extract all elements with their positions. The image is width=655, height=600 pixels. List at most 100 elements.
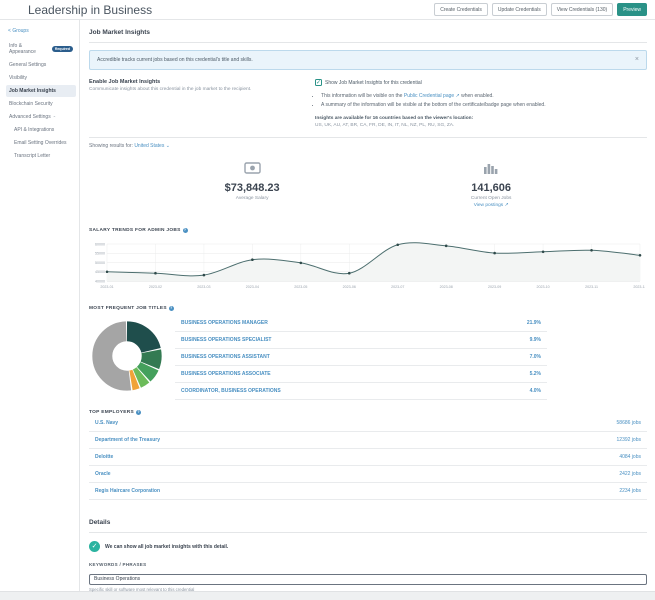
check-circle-icon: ✓: [89, 541, 100, 552]
job-title-percent: 21.9%: [526, 320, 541, 326]
svg-text:2023-01: 2023-01: [100, 285, 113, 289]
preview-button[interactable]: Preview: [617, 3, 647, 16]
sidebar-item-job-market-insights[interactable]: Job Market Insights: [6, 85, 76, 97]
sidebar-item-label: Advanced Settings: [9, 114, 51, 120]
bullet1-pre: This information will be visible on the: [321, 93, 404, 99]
salary-trends-label: Salary trends for Admin Jobs ?: [89, 228, 647, 233]
sidebar-item-advanced-settings[interactable]: Advanced Settings ⌃: [6, 111, 76, 123]
back-link-label: Groups: [12, 28, 29, 34]
svg-text:2023-08: 2023-08: [440, 285, 453, 289]
job-title-percent: 5.2%: [529, 371, 541, 377]
topbar: Leadership in Business Create Credential…: [0, 0, 655, 20]
average-salary-value: $73,848.23: [224, 182, 280, 194]
stats-row: $73,848.23 Average Salary 141,606 Curren…: [89, 149, 647, 218]
sidebar-item-blockchain-security[interactable]: Blockchain Security: [6, 98, 76, 110]
bullet-summary: A summary of the information will be vis…: [321, 102, 647, 108]
view-credentials-button[interactable]: View Credentials (130): [550, 3, 614, 16]
topbar-actions: Create Credentials Update Credentials Vi…: [434, 3, 647, 16]
section-divider: [89, 137, 647, 138]
average-salary-stat: $73,848.23 Average Salary: [225, 161, 280, 208]
average-salary-label: Average Salary: [235, 196, 269, 201]
salary-trends-label-text: Salary trends for Admin Jobs: [89, 228, 181, 233]
update-credentials-button[interactable]: Update Credentials: [491, 3, 547, 16]
sidebar-item-label: Visibility: [9, 75, 27, 81]
svg-text:60000: 60000: [95, 242, 105, 246]
job-title-link[interactable]: Business Operations Manager: [181, 320, 268, 326]
employer-jobs-count[interactable]: 2422 jobs: [619, 471, 641, 477]
employer-link[interactable]: Deloitte: [95, 454, 113, 460]
salary-trend-chart: 40000 45000 50000 55000 60000 2023-01 2023-02 2…: [89, 237, 647, 296]
show-insights-checkbox[interactable]: ✓: [315, 79, 323, 86]
enable-insights-title: Enable Job Market Insights: [89, 79, 161, 85]
help-icon[interactable]: ?: [168, 306, 174, 311]
svg-text:2023-09: 2023-09: [488, 285, 501, 289]
back-arrow-icon: <: [8, 28, 11, 34]
table-row: Business Operations Specialist 9.9%: [175, 332, 547, 349]
table-row: Business Operations Assistant 7.0%: [175, 349, 547, 366]
employer-link[interactable]: U.S. Navy: [95, 420, 118, 426]
svg-text:45000: 45000: [95, 270, 105, 274]
svg-text:2023-07: 2023-07: [391, 285, 404, 289]
table-row: Business Operations Manager 21.9%: [175, 315, 547, 332]
public-credential-page-link[interactable]: Public Credential page ↗: [404, 93, 460, 99]
details-heading: Details: [89, 510, 647, 533]
sidebar-item-info-appearance[interactable]: Info & Appearance Required: [6, 40, 76, 58]
show-insights-check-row: ✓ Show Job Market Insights for this cred…: [315, 79, 647, 86]
sidebar-back-groups[interactable]: < Groups: [8, 28, 76, 34]
alert-text: Accredible tracks current jobs based on …: [97, 57, 253, 63]
svg-text:2023-10: 2023-10: [536, 285, 549, 289]
top-employers-table: U.S. Navy 58686 jobs Department of the Tr…: [89, 415, 647, 500]
job-title-link[interactable]: Coordinator, Business Operations: [181, 388, 281, 394]
open-jobs-label: Current Open Jobs: [470, 196, 512, 201]
job-title-link[interactable]: Business Operations Specialist: [181, 337, 271, 343]
create-credentials-button[interactable]: Create Credentials: [434, 3, 488, 16]
job-title-link[interactable]: Business Operations Assistant: [181, 354, 270, 360]
keywords-label: Keywords / Phrases: [89, 562, 147, 567]
sidebar-item-api-integrations[interactable]: API & Integrations: [6, 124, 76, 136]
svg-text:2023-11: 2023-11: [585, 285, 598, 289]
job-title-percent: 9.9%: [529, 337, 541, 343]
employer-link[interactable]: Oracle: [95, 471, 111, 477]
close-icon[interactable]: ×: [635, 56, 639, 63]
help-icon[interactable]: ?: [182, 228, 188, 233]
salary-trend-chart-svg: 40000 45000 50000 55000 60000 2023-01 2023-02 2…: [95, 242, 647, 289]
keywords-input[interactable]: [89, 573, 647, 585]
sidebar-item-email-setting-overrides[interactable]: Email Setting Overrides: [6, 137, 76, 149]
sidebar-item-label: General Settings: [9, 62, 47, 68]
employer-jobs-count[interactable]: 2234 jobs: [619, 488, 641, 494]
page-title: Leadership in Business: [28, 2, 153, 17]
sidebar-item-visibility[interactable]: Visibility: [6, 72, 76, 84]
enable-insights-left: Enable Job Market Insights Communicate i…: [89, 79, 301, 128]
svg-text:55000: 55000: [95, 252, 105, 256]
sidebar-item-general-settings[interactable]: General Settings: [6, 59, 76, 71]
enable-insights-row: Enable Job Market Insights Communicate i…: [89, 79, 647, 128]
sidebar-item-label: Info & Appearance: [9, 43, 36, 55]
svg-text:2023-12: 2023-12: [633, 285, 645, 289]
footer-strip: [0, 591, 655, 600]
svg-text:2023-04: 2023-04: [246, 285, 259, 289]
sidebar-item-label: Transcript Letter: [14, 153, 51, 159]
employer-link[interactable]: Department of the Treasury: [95, 437, 160, 443]
job-title-link[interactable]: Business Operations Associate: [181, 371, 271, 377]
job-titles-label: Most frequent Job Titles ?: [89, 306, 647, 311]
bullet-visibility: This information will be visible on the …: [321, 93, 647, 99]
employer-jobs-count[interactable]: 58686 jobs: [617, 420, 641, 426]
employer-jobs-count[interactable]: 4084 jobs: [619, 454, 641, 460]
table-row: Deloitte 4084 jobs: [89, 449, 647, 466]
view-postings-link[interactable]: View postings ↗: [471, 203, 512, 208]
svg-text:2023-03: 2023-03: [197, 285, 210, 289]
table-row: Oracle 2422 jobs: [89, 466, 647, 483]
countries-note: Insights are available for 16 countries …: [315, 116, 474, 121]
job-title-percent: 4.0%: [529, 388, 541, 394]
collapse-caret-icon: ⌃: [52, 114, 57, 120]
job-titles-donut: [89, 315, 175, 400]
sidebar-item-transcript-letter[interactable]: Transcript Letter: [6, 150, 76, 162]
employer-jobs-count[interactable]: 12392 jobs: [617, 437, 641, 443]
job-title-percent: 7.0%: [529, 354, 541, 360]
money-icon: [243, 162, 261, 174]
details-success-text: We can show all job market insights with…: [105, 543, 229, 550]
table-row: Business Operations Associate 5.2%: [175, 366, 547, 383]
employer-link[interactable]: Regis Haircare Corporation: [95, 488, 160, 494]
country-selector[interactable]: United States ⌄: [134, 143, 170, 149]
sidebar: < Groups Info & Appearance Required Gene…: [0, 20, 79, 591]
